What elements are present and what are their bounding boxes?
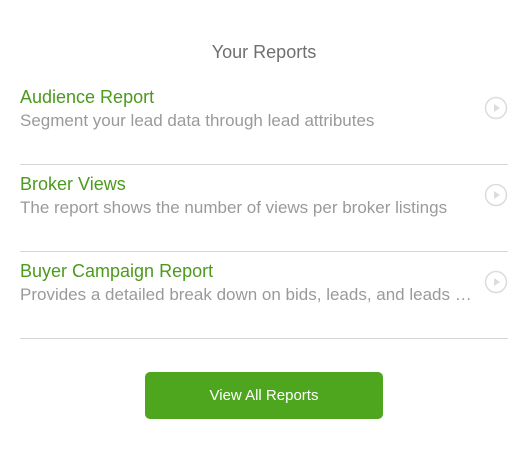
report-description: Provides a detailed break down on bids, … [20,285,474,304]
report-item-audience[interactable]: Audience Report Segment your lead data t… [20,78,508,165]
report-item-broker-views[interactable]: Broker Views The report shows the number… [20,165,508,252]
panel-title: Your Reports [211,42,317,62]
play-circle-icon[interactable] [484,96,508,120]
report-name[interactable]: Audience Report [20,86,154,108]
report-description: Segment your lead data through lead attr… [20,111,375,130]
report-item-buyer-campaign[interactable]: Buyer Campaign Report Provides a detaile… [20,252,508,339]
play-circle-icon[interactable] [484,183,508,207]
report-list: Audience Report Segment your lead data t… [20,78,508,339]
view-all-reports-button[interactable]: View All Reports [145,372,383,419]
report-name[interactable]: Broker Views [20,173,126,195]
reports-panel: Your Reports Audience Report Segment you… [0,0,528,452]
play-circle-icon[interactable] [484,270,508,294]
report-description: The report shows the number of views per… [20,198,448,217]
report-name[interactable]: Buyer Campaign Report [20,260,213,282]
